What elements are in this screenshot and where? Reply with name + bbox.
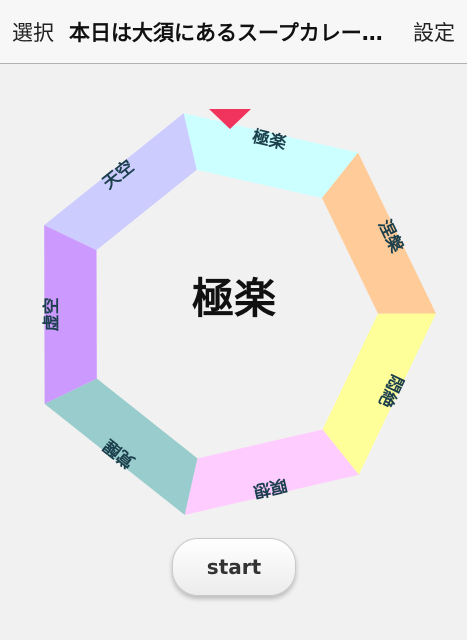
page-title: 本日は大須にあるスープカレー屋さんを	[69, 21, 393, 45]
roulette-wheel: 極楽 涅槃 悶絶 瞑想 覚醒 虚空 天空 極楽	[0, 64, 467, 534]
start-button[interactable]: start	[172, 538, 296, 596]
wheel-segment	[184, 429, 359, 515]
wheel-segment	[183, 113, 359, 199]
settings-button[interactable]: 設定	[413, 17, 455, 47]
selected-result: 極楽	[191, 274, 276, 323]
navigation-bar: 選択 本日は大須にあるスープカレー屋さんを 設定	[0, 0, 467, 64]
wheel-segment-label: 虚空	[41, 297, 62, 331]
select-button[interactable]: 選択	[12, 17, 54, 47]
